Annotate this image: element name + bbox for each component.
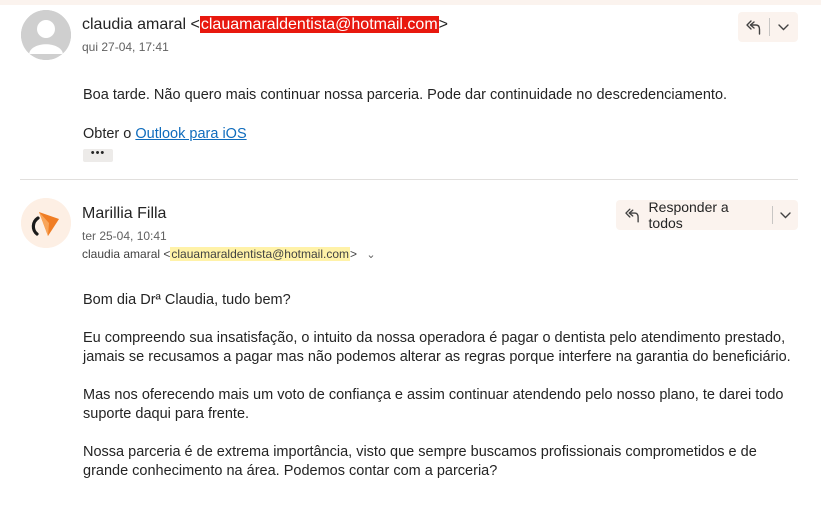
sender-name[interactable]: Marillia Filla (82, 205, 166, 223)
message-body: Bom dia Drª Claudia, tudo bem? Eu compre… (83, 291, 798, 500)
reply-split-button (738, 12, 798, 42)
avatar[interactable] (21, 10, 71, 60)
message-date: ter 25-04, 10:41 (82, 229, 167, 243)
recipient-close-bracket: > (349, 247, 357, 261)
body-paragraph: Nossa parceria é de extrema importância,… (83, 444, 757, 479)
reply-split-button: Responder a todos (616, 199, 798, 231)
message-marillia: Marillia Filla ter 25-04, 10:41 claudia … (0, 180, 821, 528)
reply-options-dropdown[interactable] (770, 12, 796, 42)
avatar[interactable] (21, 198, 71, 248)
message-date: qui 27-04, 17:41 (82, 40, 169, 54)
body-line: Boa tarde. Não quero mais continuar noss… (83, 87, 728, 103)
reply-options-dropdown[interactable] (773, 200, 798, 230)
email-close-bracket: > (438, 16, 448, 33)
sender-name[interactable]: claudia amaral (82, 16, 186, 33)
signature-prefix: Obter o (83, 126, 136, 142)
body-paragraph: Eu compreendo sua insatisfação, o intuit… (83, 330, 791, 365)
show-more-button[interactable]: ••• (83, 148, 113, 162)
email-open-bracket: < (186, 16, 200, 33)
reply-all-icon (625, 207, 639, 223)
double-chevron-down-icon[interactable]: ⌄ (366, 249, 375, 261)
sender-email[interactable]: clauamaraldentista@hotmail.com (199, 16, 439, 33)
default-user-icon (21, 10, 71, 60)
message-body: Boa tarde. Não quero mais continuar noss… (83, 86, 783, 163)
recipient-name[interactable]: claudia amaral < (82, 247, 170, 261)
sender-line: claudia amaral <clauamaraldentista@hotma… (82, 16, 448, 34)
reply-all-button[interactable] (738, 12, 769, 42)
message-claudia: claudia amaral <clauamaraldentista@hotma… (0, 0, 821, 180)
recipient-email[interactable]: clauamaraldentista@hotmail.com (170, 247, 350, 261)
chevron-down-icon (780, 211, 791, 218)
recipient-line: claudia amaral <clauamaraldentista@hotma… (82, 247, 376, 261)
chevron-down-icon (777, 23, 789, 30)
reply-all-label: Responder a todos (648, 199, 729, 231)
reply-all-icon (746, 19, 761, 35)
body-paragraph: Mas nos oferecendo mais um voto de confi… (83, 387, 784, 422)
body-paragraph: Bom dia Drª Claudia, tudo bem? (83, 292, 291, 308)
signature: Obter o Outlook para iOS (83, 125, 783, 144)
brand-logo-icon (21, 198, 71, 248)
outlook-ios-link[interactable]: Outlook para iOS (135, 126, 246, 142)
reply-all-button[interactable]: Responder a todos (616, 199, 772, 231)
